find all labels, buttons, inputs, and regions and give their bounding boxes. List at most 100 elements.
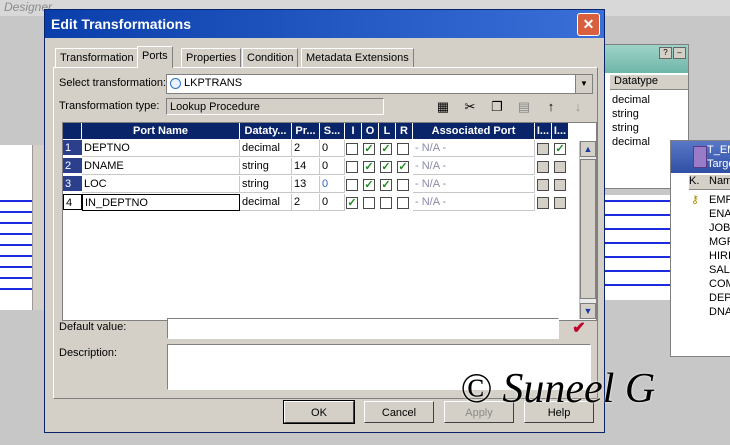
move-down-icon[interactable]: ↓: [570, 99, 586, 115]
port-flag-o-checkbox[interactable]: [363, 197, 375, 209]
precision-cell[interactable]: 2: [292, 140, 320, 157]
port-flag-o-checkbox[interactable]: ✓: [363, 143, 375, 155]
validate-checkmark-icon[interactable]: ✔: [570, 320, 588, 338]
cancel-button[interactable]: Cancel: [364, 401, 434, 423]
row-number[interactable]: 4: [63, 194, 82, 210]
column-header[interactable]: Port Name: [82, 123, 240, 139]
port-flag-i-checkbox[interactable]: [346, 143, 358, 155]
port-name-cell[interactable]: DEPTNO: [82, 140, 240, 157]
dialog-titlebar[interactable]: Edit Transformations ✕: [45, 10, 604, 38]
row-number[interactable]: 1: [63, 140, 82, 156]
port-extra-checkbox[interactable]: [537, 197, 549, 209]
port-flag-r-checkbox[interactable]: [397, 179, 409, 191]
associated-port-cell[interactable]: - N/A -: [413, 176, 535, 193]
port-extra-checkbox[interactable]: [554, 197, 566, 209]
tab-metadata-extensions[interactable]: Metadata Extensions: [301, 48, 414, 67]
scroll-down-icon[interactable]: ▼: [580, 303, 596, 319]
chevron-down-icon[interactable]: ▼: [575, 75, 592, 93]
port-flag-r-checkbox[interactable]: [397, 143, 409, 155]
move-up-icon[interactable]: ↑: [543, 99, 559, 115]
datatype-cell[interactable]: string: [240, 176, 292, 193]
select-transformation-dropdown[interactable]: LKPTRANS ▼: [166, 74, 593, 94]
port-flag-o-checkbox[interactable]: ✓: [363, 161, 375, 173]
target-panel-titlebar[interactable]: T_EM Targe: [671, 141, 730, 173]
row-number[interactable]: 2: [63, 158, 82, 174]
ports-grid[interactable]: Port Name Dataty... Pr... S... I O L R A…: [62, 122, 597, 321]
tab-ports[interactable]: Ports: [137, 46, 173, 68]
copy-icon[interactable]: ❐: [489, 99, 505, 115]
scale-cell[interactable]: 0: [320, 194, 345, 211]
associated-port-cell[interactable]: - N/A -: [413, 140, 535, 157]
target-table-icon: [693, 146, 707, 168]
column-header[interactable]: O: [362, 123, 379, 139]
new-port-icon[interactable]: ▦: [435, 99, 451, 115]
scroll-thumb[interactable]: [580, 159, 596, 299]
lookup-icon: [170, 78, 181, 89]
close-button[interactable]: ✕: [577, 13, 600, 36]
paste-icon[interactable]: ▤: [516, 99, 532, 115]
scale-cell[interactable]: 0: [320, 176, 345, 193]
port-extra-checkbox[interactable]: ✓: [554, 143, 566, 155]
port-extra-checkbox[interactable]: [554, 161, 566, 173]
column-header[interactable]: L: [379, 123, 396, 139]
tab-properties[interactable]: Properties: [181, 48, 242, 67]
list-item: DEP: [709, 292, 730, 304]
port-flag-i-checkbox[interactable]: ✓: [346, 197, 358, 209]
link-line: [0, 255, 32, 257]
scroll-up-icon[interactable]: ▲: [580, 141, 596, 157]
port-extra-checkbox[interactable]: [537, 143, 549, 155]
column-header[interactable]: R: [396, 123, 413, 139]
cut-icon[interactable]: ✂: [462, 99, 478, 115]
scale-cell[interactable]: 0: [320, 158, 345, 175]
grid-scrollbar[interactable]: ▲ ▼: [579, 141, 596, 319]
column-header[interactable]: I...: [535, 123, 552, 139]
port-flag-i-checkbox[interactable]: [346, 161, 358, 173]
port-name-cell[interactable]: DNAME: [82, 158, 240, 175]
port-flag-o-checkbox[interactable]: ✓: [363, 179, 375, 191]
ok-button[interactable]: OK: [283, 400, 355, 424]
list-item: EMP: [709, 194, 730, 206]
link-line: [0, 277, 32, 279]
column-header[interactable]: I...: [552, 123, 569, 139]
port-flag-l-checkbox[interactable]: ✓: [380, 161, 392, 173]
row-number[interactable]: 3: [63, 176, 82, 192]
port-flag-i-checkbox[interactable]: [346, 179, 358, 191]
link-line: [0, 211, 32, 213]
precision-cell[interactable]: 2: [292, 194, 320, 211]
source-panel-titlebar[interactable]: ? –: [604, 45, 688, 73]
list-item: SAL: [709, 264, 730, 276]
scale-cell[interactable]: 0: [320, 140, 345, 157]
column-header[interactable]: Associated Port: [413, 123, 535, 139]
port-flag-l-checkbox[interactable]: ✓: [380, 143, 392, 155]
associated-port-cell[interactable]: - N/A -: [413, 158, 535, 175]
target-panel[interactable]: T_EM Targe K. Nam ⚷ EMP ENA JOB MGR HIRI…: [670, 140, 730, 357]
column-header[interactable]: Pr...: [292, 123, 320, 139]
port-name-cell[interactable]: LOC: [82, 176, 240, 193]
precision-cell[interactable]: 14: [292, 158, 320, 175]
default-value-input[interactable]: [167, 318, 559, 339]
list-item: decimal: [612, 94, 650, 106]
port-extra-checkbox[interactable]: [537, 161, 549, 173]
datatype-cell[interactable]: decimal: [240, 140, 292, 157]
list-item: JOB: [709, 222, 730, 234]
minimize-icon[interactable]: –: [673, 47, 686, 59]
column-header[interactable]: Dataty...: [240, 123, 292, 139]
transformation-type-value: Lookup Procedure: [166, 98, 384, 115]
tab-transformation[interactable]: Transformation: [55, 48, 139, 67]
datatype-cell[interactable]: string: [240, 158, 292, 175]
port-extra-checkbox[interactable]: [554, 179, 566, 191]
port-flag-l-checkbox[interactable]: ✓: [380, 179, 392, 191]
port-flag-l-checkbox[interactable]: [380, 197, 392, 209]
port-flag-r-checkbox[interactable]: ✓: [397, 161, 409, 173]
port-flag-r-checkbox[interactable]: [397, 197, 409, 209]
help-icon[interactable]: ?: [659, 47, 672, 59]
link-line: [605, 284, 670, 286]
precision-cell[interactable]: 13: [292, 176, 320, 193]
datatype-cell[interactable]: decimal: [240, 194, 292, 211]
associated-port-cell[interactable]: - N/A -: [413, 194, 535, 211]
column-header[interactable]: I: [345, 123, 362, 139]
tab-condition[interactable]: Condition: [242, 48, 299, 67]
port-name-cell[interactable]: IN_DEPTNO: [82, 194, 240, 211]
port-extra-checkbox[interactable]: [537, 179, 549, 191]
column-header[interactable]: S...: [320, 123, 345, 139]
